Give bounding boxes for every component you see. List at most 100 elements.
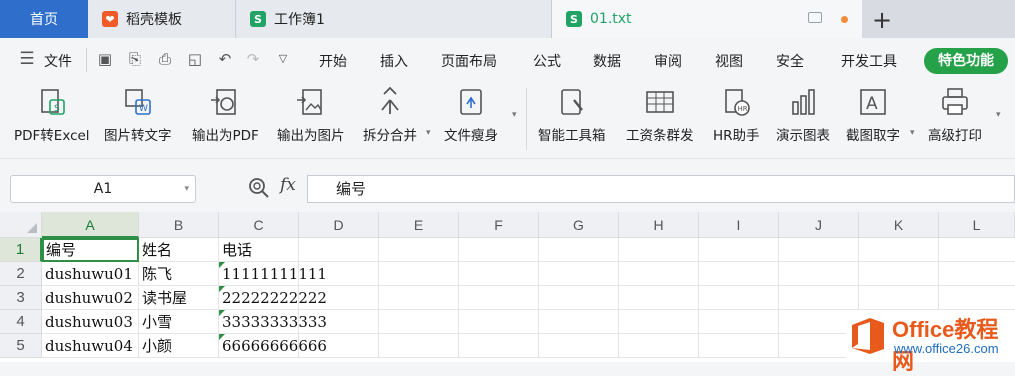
split-merge-label: 拆分合并 — [363, 128, 417, 144]
cell-b5[interactable]: 小颜 — [139, 334, 219, 358]
column-header-e[interactable]: E — [379, 212, 459, 238]
menu-insert[interactable]: 插入 — [380, 51, 408, 71]
tab-home[interactable]: 首页 — [0, 0, 88, 38]
screenshot-ocr-button[interactable]: A 截图取字 — [846, 86, 900, 144]
menu-security[interactable]: 安全 — [776, 51, 804, 71]
cell-b1[interactable]: 姓名 — [139, 238, 219, 262]
cell-a1[interactable]: 编号 — [42, 238, 139, 262]
column-header-b[interactable]: B — [139, 212, 219, 238]
split-merge-dropdown-icon[interactable]: ▾ — [426, 128, 431, 138]
tab-workbook[interactable]: S 工作簿1 — [236, 0, 552, 38]
print-icon[interactable]: ⎙ — [156, 50, 174, 68]
office-logo-icon — [852, 318, 884, 354]
formula-input[interactable]: 编号 — [307, 175, 1015, 203]
hr-assistant-button[interactable]: HR HR助手 — [713, 86, 760, 144]
quick-access-dropdown-icon[interactable]: ▽ — [274, 50, 292, 68]
column-header-f[interactable]: F — [459, 212, 539, 238]
advanced-print-button[interactable]: 高级打印 — [928, 86, 982, 144]
menu-developer[interactable]: 开发工具 — [841, 51, 897, 71]
menu-file[interactable]: 文件 — [44, 51, 72, 71]
select-all-corner[interactable] — [0, 212, 42, 238]
column-header-g[interactable]: G — [539, 212, 619, 238]
cell-c5-text: 66666666666 — [222, 337, 327, 355]
column-header-i[interactable]: I — [699, 212, 779, 238]
export-pdf-icon — [211, 89, 237, 115]
zoom-search-icon[interactable] — [248, 177, 270, 199]
hamburger-icon[interactable]: ☰ — [18, 50, 36, 68]
print-preview-icon[interactable]: ◱ — [186, 50, 204, 68]
cell-b3[interactable]: 读书屋 — [139, 286, 219, 310]
menu-data[interactable]: 数据 — [593, 51, 621, 71]
column-header-h[interactable]: H — [619, 212, 699, 238]
row-header-2[interactable]: 2 — [0, 262, 42, 286]
ribbon-more-icon-2[interactable]: ▾ — [996, 110, 1001, 120]
file-slim-label: 文件瘦身 — [444, 128, 498, 144]
export-image-button[interactable]: 输出为图片 — [277, 86, 345, 144]
tab-home-label: 首页 — [30, 12, 58, 28]
demo-chart-button[interactable]: 演示图表 — [776, 86, 830, 144]
column-header-d[interactable]: D — [299, 212, 379, 238]
tab-active-label: 01.txt — [590, 11, 632, 27]
ribbon-more-icon[interactable]: ▾ — [512, 110, 517, 120]
cell-a4[interactable]: dushuwu03 — [42, 310, 139, 334]
name-box[interactable]: A1 ▾ — [10, 175, 196, 203]
cell-b4[interactable]: 小雪 — [139, 310, 219, 334]
menu-review[interactable]: 审阅 — [654, 51, 682, 71]
special-features-button[interactable]: 特色功能 — [924, 48, 1008, 74]
cell-c5[interactable]: 66666666666 — [219, 334, 327, 358]
menu-page-layout[interactable]: 页面布局 — [441, 51, 497, 71]
cell-c3-text: 22222222222 — [222, 289, 327, 307]
pdf-to-excel-label: PDF转Excel — [14, 128, 90, 144]
smart-toolbox-button[interactable]: 智能工具箱 — [538, 86, 606, 144]
number-as-text-flag-icon — [219, 310, 225, 316]
row-header-4[interactable]: 4 — [0, 310, 42, 334]
cell-c4[interactable]: 33333333333 — [219, 310, 327, 334]
column-header-j[interactable]: J — [779, 212, 859, 238]
redo-icon[interactable]: ↷ — [244, 50, 262, 68]
menu-formulas[interactable]: 公式 — [533, 51, 561, 71]
hr-assistant-label: HR助手 — [713, 128, 760, 144]
fx-icon[interactable]: fx — [280, 175, 296, 195]
cell-c3[interactable]: 22222222222 — [219, 286, 327, 310]
cell-a2[interactable]: dushuwu01 — [42, 262, 139, 286]
save-icon[interactable]: ▣ — [96, 50, 114, 68]
pdf-to-excel-button[interactable]: S PDF转Excel — [14, 86, 90, 144]
export-icon[interactable]: ⎘ — [126, 50, 144, 68]
chevron-down-icon[interactable]: ▾ — [184, 176, 189, 202]
tab-template[interactable]: ❤ 稻壳模板 — [88, 0, 236, 38]
file-slim-button[interactable]: 文件瘦身 — [444, 86, 498, 144]
watermark-url: www.office26.com — [894, 341, 999, 356]
ocr-dropdown-icon[interactable]: ▾ — [910, 128, 915, 138]
cell-a5[interactable]: dushuwu04 — [42, 334, 139, 358]
cell-c4-text: 33333333333 — [222, 313, 327, 331]
row-header-5[interactable]: 5 — [0, 334, 42, 358]
image-to-text-button[interactable]: W 图片转文字 — [104, 86, 172, 144]
smart-toolbox-label: 智能工具箱 — [538, 128, 606, 144]
title-bar: 首页 ❤ 稻壳模板 S 工作簿1 S 01.txt + — [0, 0, 1015, 38]
window-mode-icon[interactable] — [808, 12, 822, 23]
svg-text:W: W — [139, 104, 148, 114]
cell-a3[interactable]: dushuwu02 — [42, 286, 139, 310]
row-header-1[interactable]: 1 — [0, 238, 42, 262]
menu-view[interactable]: 视图 — [715, 51, 743, 71]
export-pdf-button[interactable]: 输出为PDF — [192, 86, 259, 144]
row-header-3[interactable]: 3 — [0, 286, 42, 310]
cell-c2[interactable]: 11111111111 — [219, 262, 327, 286]
pdf-to-excel-icon: S — [40, 89, 65, 115]
column-header-a[interactable]: A — [42, 212, 139, 238]
new-tab-plus-icon[interactable]: + — [872, 6, 892, 34]
svg-text:HR: HR — [738, 105, 748, 113]
spreadsheet-icon: S — [566, 11, 582, 27]
column-header-k[interactable]: K — [859, 212, 939, 238]
split-merge-button[interactable]: 拆分合并 — [363, 86, 417, 144]
cell-c1[interactable]: 电话 — [219, 238, 299, 262]
payslip-button[interactable]: 工资条群发 — [626, 86, 694, 144]
undo-icon[interactable]: ↶ — [216, 50, 234, 68]
screenshot-ocr-label: 截图取字 — [846, 128, 900, 144]
column-header-l[interactable]: L — [939, 212, 1015, 238]
column-header-c[interactable]: C — [219, 212, 299, 238]
cell-b2[interactable]: 陈飞 — [139, 262, 219, 286]
unsaved-dot-icon — [841, 16, 848, 23]
ribbon-divider — [526, 88, 527, 150]
menu-home[interactable]: 开始 — [319, 51, 347, 71]
